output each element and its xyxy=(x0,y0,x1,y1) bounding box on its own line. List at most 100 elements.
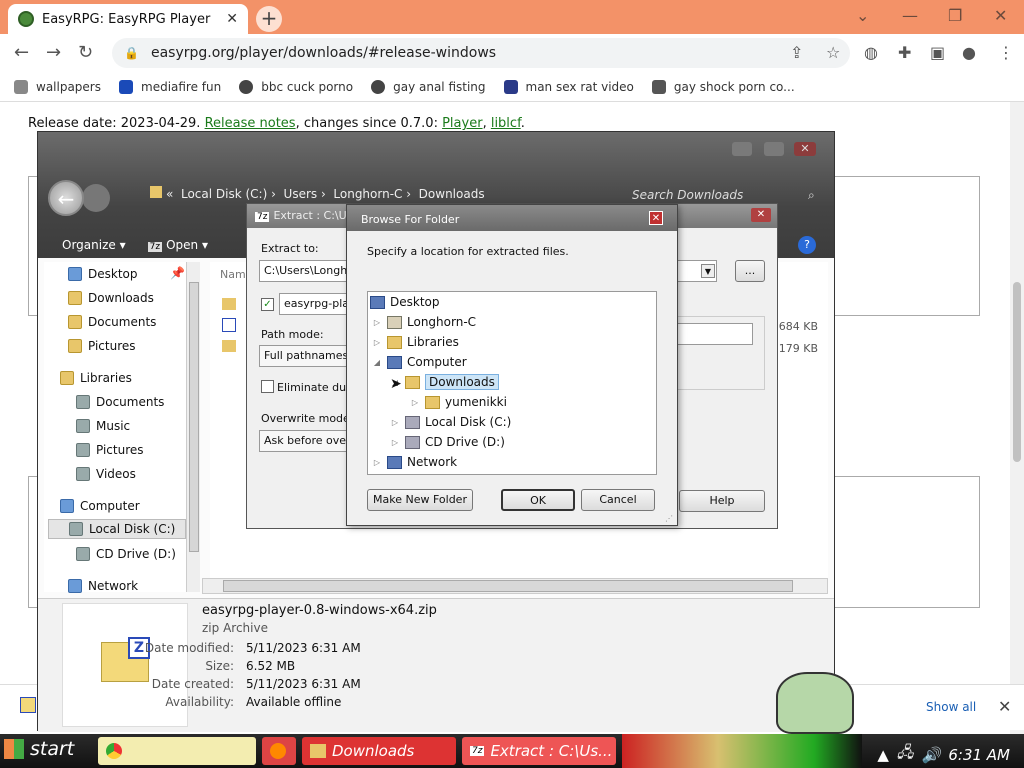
nav-local-disk[interactable]: Local Disk (C:) xyxy=(48,519,186,539)
ok-button[interactable]: OK xyxy=(501,489,575,511)
horizontal-scrollbar[interactable] xyxy=(202,578,828,594)
column-header-name[interactable]: Nam xyxy=(220,268,246,281)
scroll-thumb[interactable] xyxy=(223,580,793,592)
path-mode-select[interactable]: Full pathnames xyxy=(259,345,359,367)
clock[interactable]: 6:31 AM xyxy=(948,746,1010,764)
start-button[interactable]: start xyxy=(4,738,74,760)
nav-cd-drive[interactable]: CD Drive (D:) xyxy=(76,544,176,564)
close-window-button[interactable]: ✕ xyxy=(994,6,1007,25)
tree-downloads[interactable]: ◢ Downloads xyxy=(390,373,499,391)
tree-desktop[interactable]: Desktop xyxy=(370,293,440,311)
dropdown-arrow-icon[interactable]: ▼ xyxy=(701,264,715,278)
folder-icon[interactable] xyxy=(222,340,236,352)
new-tab-button[interactable]: + xyxy=(256,6,282,32)
eliminate-checkbox[interactable] xyxy=(261,380,274,393)
nav-pictures[interactable]: Pictures xyxy=(68,336,136,356)
address-breadcrumb[interactable]: « Local Disk (C:) › Users › Longhorn-C ›… xyxy=(150,186,485,201)
close-tab-icon[interactable]: ✕ xyxy=(226,11,238,27)
expand-arrow-icon[interactable]: ▷ xyxy=(390,418,400,427)
nav-libraries[interactable]: Libraries xyxy=(60,368,132,388)
tree-local-disk[interactable]: ▷ Local Disk (C:) xyxy=(390,413,511,431)
nav-downloads[interactable]: Downloads xyxy=(68,288,154,308)
player-link[interactable]: Player xyxy=(442,116,482,131)
tab-search-icon[interactable]: ⌄ xyxy=(856,6,869,25)
bookmark-mediafire[interactable]: mediafire fun xyxy=(119,79,221,94)
nav-lib-documents[interactable]: Documents xyxy=(76,392,164,412)
organize-button[interactable]: Organize ▾ xyxy=(62,238,126,252)
make-new-folder-button[interactable]: Make New Folder xyxy=(367,489,473,511)
back-icon[interactable]: ← xyxy=(14,42,29,63)
folder-icon[interactable] xyxy=(222,298,236,310)
forward-icon[interactable]: → xyxy=(46,42,61,63)
close-button[interactable]: ✕ xyxy=(794,142,816,156)
tree-yumenikki[interactable]: ▷ yumenikki xyxy=(410,393,507,411)
nav-scrollbar[interactable] xyxy=(186,262,200,592)
task-chrome[interactable] xyxy=(98,737,256,765)
profile-avatar-icon[interactable]: ● xyxy=(962,43,976,62)
nav-network[interactable]: Network xyxy=(68,576,138,596)
reload-icon[interactable]: ↻ xyxy=(78,42,93,63)
expand-arrow-icon[interactable]: ▷ xyxy=(390,438,400,447)
tray-expand-icon[interactable]: ▲ xyxy=(877,746,889,764)
search-input[interactable]: Search Downloads xyxy=(632,188,743,202)
nav-computer[interactable]: Computer xyxy=(60,496,140,516)
bookmark-star-icon[interactable]: ☆ xyxy=(826,43,840,62)
help-icon[interactable]: ? xyxy=(798,236,816,254)
tree-cd-drive[interactable]: ▷ CD Drive (D:) xyxy=(390,433,505,451)
resize-grip-icon[interactable]: ⋰ xyxy=(665,514,673,523)
forward-button[interactable] xyxy=(82,184,110,212)
address-bar[interactable]: 🔒 easyrpg.org/player/downloads/#release-… xyxy=(112,38,850,68)
minimize-button[interactable] xyxy=(732,142,752,156)
menu-kebab-icon[interactable]: ⋮ xyxy=(998,43,1014,62)
bookmark-wallpapers[interactable]: wallpapers xyxy=(14,79,101,94)
tree-libraries[interactable]: ▷ Libraries xyxy=(372,333,459,351)
nav-desktop[interactable]: Desktop xyxy=(68,264,138,284)
extension-flag-icon[interactable]: ◍ xyxy=(864,43,878,62)
side-panel-icon[interactable]: ▣ xyxy=(930,43,945,62)
tree-longhorn[interactable]: ▷ Longhorn-C xyxy=(372,313,476,331)
lock-icon[interactable]: 🔒 xyxy=(124,46,139,60)
task-firefox[interactable] xyxy=(262,737,296,765)
nav-videos[interactable]: Videos xyxy=(76,464,136,484)
close-button[interactable]: ✕ xyxy=(751,208,771,222)
nav-lib-pictures[interactable]: Pictures xyxy=(76,440,144,460)
overwrite-select[interactable]: Ask before overw xyxy=(259,430,359,452)
scroll-thumb[interactable] xyxy=(1013,282,1021,462)
volume-icon[interactable]: 🔊 xyxy=(922,746,941,764)
bookmark-5[interactable]: man sex rat video xyxy=(503,79,634,94)
subfolder-checkbox[interactable]: ✓ xyxy=(261,298,274,311)
close-button[interactable]: ✕ xyxy=(649,211,663,225)
search-icon[interactable]: ⌕ xyxy=(808,188,815,203)
release-notes-link[interactable]: Release notes xyxy=(205,116,296,131)
close-shelf-icon[interactable]: ✕ xyxy=(998,697,1011,716)
maximize-button[interactable] xyxy=(764,142,784,156)
back-button[interactable]: ← xyxy=(48,180,84,216)
open-button[interactable]: 7z Open ▾ xyxy=(147,238,208,252)
zip-file-icon[interactable] xyxy=(222,318,236,332)
bookmark-3[interactable]: bbc cuck porno xyxy=(239,79,353,94)
task-extract[interactable]: 7z Extract : C:\Us... xyxy=(462,737,616,765)
tree-network[interactable]: ▷ Network xyxy=(372,453,457,471)
expand-arrow-icon[interactable]: ▷ xyxy=(372,458,382,467)
minimize-button[interactable]: — xyxy=(902,6,918,25)
task-downloads[interactable]: Downloads xyxy=(302,737,456,765)
expand-arrow-icon[interactable]: ▷ xyxy=(372,338,382,347)
cancel-button[interactable]: Cancel xyxy=(581,489,655,511)
show-all-link[interactable]: Show all xyxy=(926,700,976,714)
bookmark-4[interactable]: gay anal fisting xyxy=(371,79,486,94)
zip-file-icon[interactable] xyxy=(20,697,36,713)
nav-music[interactable]: Music xyxy=(76,416,130,436)
browser-tab[interactable]: EasyRPG: EasyRPG Player ✕ xyxy=(8,4,248,34)
restore-button[interactable]: ❐ xyxy=(948,6,962,25)
share-icon[interactable]: ⇪ xyxy=(790,43,803,62)
extensions-puzzle-icon[interactable]: ✚ xyxy=(898,43,911,62)
help-button[interactable]: Help xyxy=(679,490,765,512)
expand-arrow-icon[interactable]: ▷ xyxy=(410,398,420,407)
collapse-arrow-icon[interactable]: ◢ xyxy=(372,358,382,367)
tree-computer[interactable]: ◢ Computer xyxy=(372,353,467,371)
expand-arrow-icon[interactable]: ▷ xyxy=(372,318,382,327)
nav-documents[interactable]: Documents xyxy=(68,312,156,332)
network-status-icon[interactable]: 🖧 xyxy=(897,742,914,767)
browse-button[interactable]: ... xyxy=(735,260,765,282)
page-scrollbar[interactable] xyxy=(1010,102,1024,734)
